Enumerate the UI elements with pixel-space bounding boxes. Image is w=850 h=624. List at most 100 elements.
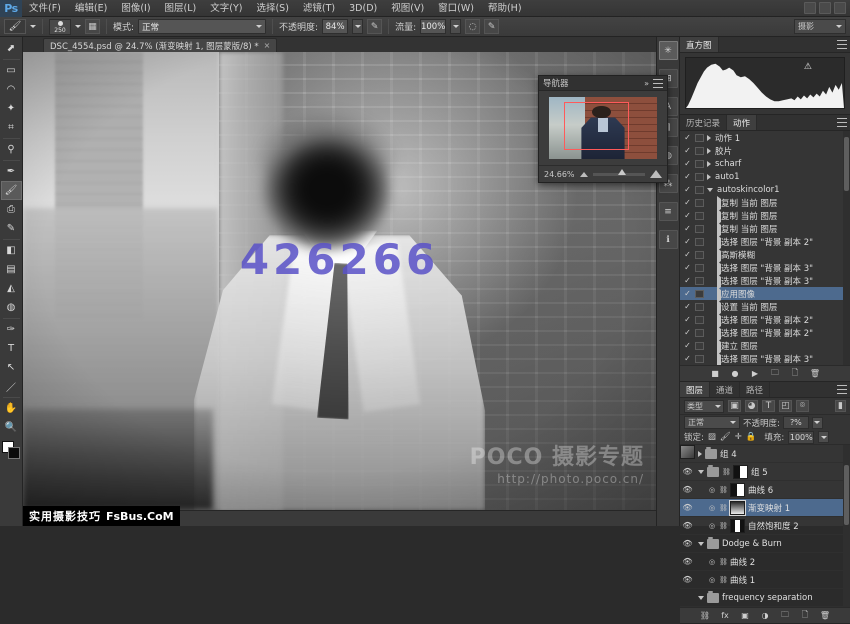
minimize-button[interactable]	[804, 2, 816, 14]
layer-target-icon[interactable]: ◎	[708, 486, 716, 494]
action-row[interactable]: ✓胶片	[680, 144, 850, 157]
adjustment-filter-icon[interactable]: ◕	[745, 400, 758, 412]
brush-tool[interactable]: 🖌	[1, 181, 22, 200]
layer-row[interactable]: frequency separation	[680, 589, 850, 607]
layer-row[interactable]: 👁◎⛓曲线 2	[680, 553, 850, 571]
layer-row[interactable]: 👁◎⛓渐变映射 1	[680, 499, 850, 517]
new-action-icon[interactable]: 🗋	[790, 368, 801, 379]
brush-size-chevron-icon[interactable]	[75, 25, 81, 28]
filter-toggle-icon[interactable]: ▮	[835, 400, 846, 412]
action-dialog-toggle[interactable]	[695, 355, 704, 363]
layer-opacity-input[interactable]: ?%	[783, 416, 809, 429]
action-dialog-toggle[interactable]	[695, 277, 704, 285]
menu-item-8[interactable]: 视图(V)	[384, 0, 431, 17]
action-dialog-toggle[interactable]	[695, 316, 704, 324]
tab-history[interactable]: 历史记录	[680, 115, 727, 130]
action-row[interactable]: ✓复制 当前 图层	[680, 196, 850, 209]
action-enabled-icon[interactable]: ✓	[683, 146, 692, 155]
layer-thumbnail[interactable]	[730, 501, 745, 515]
layer-visibility-icon[interactable]: 👁	[682, 539, 693, 548]
opacity-stepper[interactable]	[352, 19, 363, 34]
color-panel-icon[interactable]: ✳	[659, 41, 678, 60]
action-dialog-toggle[interactable]	[695, 264, 704, 272]
shape-filter-icon[interactable]: ◰	[779, 400, 792, 412]
layer-opacity-stepper[interactable]	[812, 417, 823, 429]
action-dialog-toggle[interactable]	[695, 186, 704, 194]
action-enabled-icon[interactable]: ✓	[683, 224, 692, 233]
layer-filter-type-select[interactable]: 类型	[684, 400, 724, 413]
zoom-in-icon[interactable]	[650, 170, 662, 178]
delete-layer-icon[interactable]: 🗑	[820, 610, 831, 621]
tab-channels[interactable]: 通道	[710, 382, 740, 397]
layer-row[interactable]: 👁◎⛓自然饱和度 2	[680, 517, 850, 535]
layer-style-icon[interactable]: fx	[720, 610, 731, 621]
flow-stepper[interactable]	[450, 19, 461, 34]
marquee-tool[interactable]: ▭	[1, 61, 22, 80]
action-row[interactable]: ✓选择 图层 "背景 副本 3"	[680, 261, 850, 274]
action-enabled-icon[interactable]: ✓	[683, 289, 692, 298]
action-enabled-icon[interactable]: ✓	[683, 328, 692, 337]
play-icon[interactable]: ▶	[750, 368, 761, 379]
chevron-right-icon[interactable]	[698, 451, 702, 457]
menu-item-3[interactable]: 图层(L)	[158, 0, 204, 17]
pixel-filter-icon[interactable]: ▣	[728, 400, 741, 412]
action-enabled-icon[interactable]: ✓	[683, 263, 692, 272]
action-dialog-toggle[interactable]	[695, 160, 704, 168]
layer-mask-icon[interactable]: ▣	[740, 610, 751, 621]
layer-row[interactable]: 👁⛓组 5	[680, 463, 850, 481]
layer-visibility-icon[interactable]: 👁	[682, 485, 693, 494]
action-row[interactable]: ✓应用图像	[680, 287, 850, 300]
action-row[interactable]: ✓建立 图层	[680, 339, 850, 352]
layer-row[interactable]: 👁◎⛓曲线 1	[680, 571, 850, 589]
action-row[interactable]: ✓选择 图层 "背景 副本 3"	[680, 274, 850, 287]
action-dialog-toggle[interactable]	[695, 251, 704, 259]
action-dialog-toggle[interactable]	[695, 329, 704, 337]
actions-scroll-thumb[interactable]	[844, 137, 849, 191]
lock-position-icon[interactable]: ✛	[735, 432, 742, 442]
flow-pressure-icon[interactable]: ✎	[484, 19, 499, 34]
action-dialog-toggle[interactable]	[695, 212, 704, 220]
lock-image-icon[interactable]: 🖌	[720, 432, 731, 442]
airbrush-icon[interactable]: ◌	[465, 19, 480, 34]
foreground-color-chip[interactable]	[8, 447, 20, 459]
brush-panel-toggle-icon[interactable]: ▦	[85, 19, 100, 34]
layer-target-icon[interactable]: ◎	[708, 576, 716, 584]
action-dialog-toggle[interactable]	[695, 342, 704, 350]
layer-list[interactable]: 组 4👁⛓组 5👁◎⛓曲线 6👁◎⛓渐变映射 1👁◎⛓自然饱和度 2👁Dodge…	[680, 445, 850, 607]
actions-panel-menu[interactable]	[837, 115, 850, 130]
action-enabled-icon[interactable]: ✓	[683, 341, 692, 350]
blur-tool[interactable]: ◭	[1, 279, 22, 298]
layer-visibility-icon[interactable]: 👁	[682, 467, 693, 476]
action-enabled-icon[interactable]: ✓	[683, 354, 692, 363]
tab-actions[interactable]: 动作	[727, 115, 757, 130]
move-tool[interactable]: ⬈	[1, 39, 22, 58]
action-enabled-icon[interactable]: ✓	[683, 315, 692, 324]
menu-item-10[interactable]: 帮助(H)	[481, 0, 529, 17]
menu-item-6[interactable]: 滤镜(T)	[296, 0, 342, 17]
zoom-tool[interactable]: 🔍	[1, 418, 22, 437]
new-set-icon[interactable]: 🗀	[770, 368, 781, 379]
collapse-panel-icon[interactable]: »	[644, 79, 649, 88]
action-enabled-icon[interactable]: ✓	[683, 172, 692, 181]
layer-fill-input[interactable]: 100%	[788, 431, 814, 444]
layer-visibility-icon[interactable]: 👁	[682, 557, 693, 566]
layer-visibility-icon[interactable]: 👁	[682, 503, 693, 512]
history-brush-tool[interactable]: ✎	[1, 219, 22, 238]
delete-icon[interactable]: 🗑	[810, 368, 821, 379]
panel-menu-icon[interactable]	[653, 79, 663, 88]
link-layers-icon[interactable]: ⛓	[700, 610, 711, 621]
brush-preset-chevron-icon[interactable]	[30, 25, 36, 28]
chevron-down-icon[interactable]	[707, 188, 713, 192]
action-enabled-icon[interactable]: ✓	[683, 133, 692, 142]
action-row[interactable]: ✓选择 图层 "背景 副本 3"	[680, 352, 850, 365]
layer-target-icon[interactable]: ◎	[708, 558, 716, 566]
zoom-out-icon[interactable]	[580, 172, 588, 177]
action-dialog-toggle[interactable]	[695, 238, 704, 246]
navigator-zoom-slider[interactable]	[593, 173, 645, 176]
action-dialog-toggle[interactable]	[695, 303, 704, 311]
menu-item-5[interactable]: 选择(S)	[249, 0, 295, 17]
layer-row[interactable]: 👁◎⛓曲线 6	[680, 481, 850, 499]
chevron-right-icon[interactable]	[707, 148, 711, 154]
action-dialog-toggle[interactable]	[695, 147, 704, 155]
chevron-down-icon[interactable]	[698, 542, 704, 546]
